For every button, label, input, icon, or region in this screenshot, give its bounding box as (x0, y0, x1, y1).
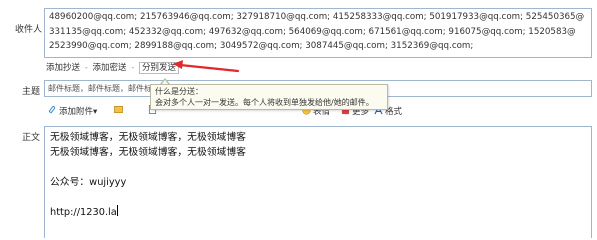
body-line (50, 190, 586, 205)
body-url: http://1230.la (50, 207, 117, 218)
body-line-url: http://1230.la (50, 205, 586, 220)
tooltip-text: 会对多个人一对一发送。每个人将收到单独发给他/她的邮件。 (155, 98, 374, 107)
body-label: 正文 (22, 133, 41, 143)
recipient-line: 331135@qq.com; 452332@qq.com; 497632@qq.… (49, 26, 576, 37)
body-line (50, 160, 586, 175)
annotation-arrow (173, 60, 240, 73)
attach-button[interactable]: 添加附件▾ (48, 105, 97, 117)
recipient-line: 2523990@qq.com; 2899188@qq.com; 3049572@… (49, 41, 474, 51)
body-line: 公众号：wujiyyy (50, 177, 127, 188)
body-editor[interactable]: 无极领域博客，无极领域博客，无极领域博客 无极领域博客，无极领域博客，无极领域博… (44, 126, 592, 238)
separator: - (131, 63, 135, 73)
add-cc-link[interactable]: 添加抄送 (46, 63, 80, 73)
recipient-options: 添加抄送 - 添加密送 - 分别发送 (46, 61, 180, 74)
body-line: 无极领域博客，无极领域博客，无极领域博客 (50, 132, 246, 143)
add-bcc-link[interactable]: 添加密送 (93, 63, 127, 73)
tooltip-title: 什么是分送： (155, 87, 203, 96)
text-caret (116, 205, 118, 216)
photo-button[interactable] (114, 105, 125, 116)
chevron-down-icon: ▾ (93, 107, 98, 117)
recipients-field[interactable]: 48960200@qq.com; 215763946@qq.com; 32791… (44, 8, 592, 58)
attach-icon (49, 106, 56, 114)
subject-label: 主题 (22, 87, 41, 97)
body-line: 无极领域博客，无极领域博客，无极领域博客 (50, 147, 246, 158)
separator: - (84, 63, 88, 73)
photo-icon (114, 105, 123, 114)
split-send-tooltip: 什么是分送： 会对多个人一对一发送。每个人将收到单独发给他/她的邮件。 (150, 84, 388, 110)
recipients-label: 收件人 (15, 25, 43, 35)
recipient-line: 48960200@qq.com; 215763946@qq.com; 32791… (49, 12, 585, 22)
attach-label: 添加附件 (59, 107, 94, 117)
